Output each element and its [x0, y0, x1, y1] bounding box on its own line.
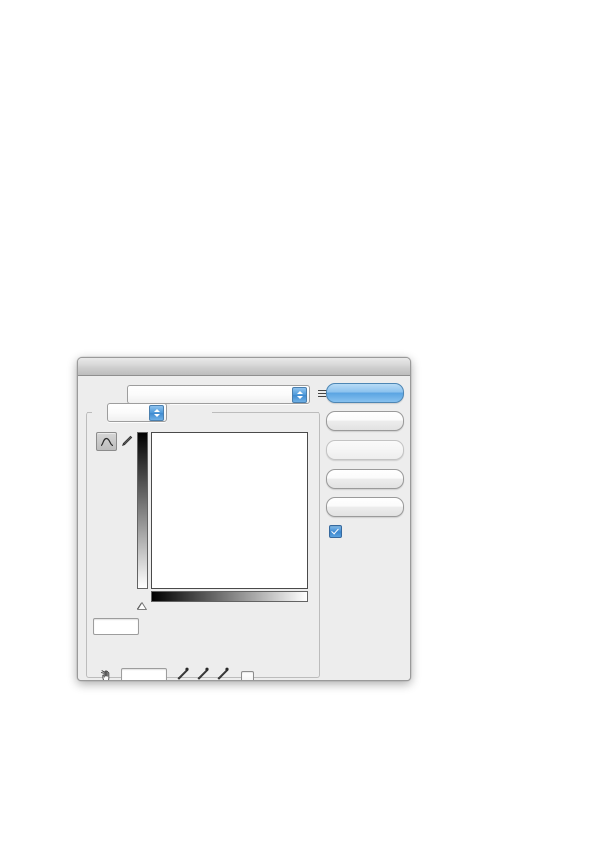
input-block	[121, 667, 171, 680]
auto-button[interactable]	[326, 469, 404, 489]
cancel-button[interactable]	[326, 411, 404, 431]
dialog-button-column	[326, 383, 404, 538]
ok-button[interactable]	[326, 383, 404, 403]
set-gray-point-eyedropper[interactable]	[197, 667, 210, 680]
curve-tool-icon[interactable]	[96, 432, 117, 451]
preset-stepper-arrows[interactable]	[292, 387, 307, 403]
preset-dropdown[interactable]	[127, 385, 310, 404]
show-clipping-row[interactable]	[241, 671, 258, 680]
channel-row	[100, 403, 170, 422]
curve-graph-area	[137, 432, 309, 610]
options-button[interactable]	[326, 497, 404, 517]
curve-graph[interactable]	[151, 432, 308, 589]
output-block	[93, 617, 141, 635]
smooth-button[interactable]	[326, 440, 404, 460]
preview-row[interactable]	[329, 525, 402, 538]
curve-tools	[96, 432, 134, 451]
output-field[interactable]	[93, 618, 139, 635]
preview-checkbox[interactable]	[329, 525, 342, 538]
white-point-slider[interactable]	[137, 602, 147, 610]
output-gradient-bar	[137, 432, 148, 589]
channel-dropdown[interactable]	[107, 403, 167, 422]
curves-dialog	[77, 357, 411, 681]
set-white-point-eyedropper[interactable]	[217, 667, 230, 680]
channel-stepper-arrows[interactable]	[149, 405, 164, 421]
pencil-tool-icon[interactable]	[119, 433, 134, 450]
input-row	[93, 667, 325, 680]
dialog-titlebar[interactable]	[78, 358, 410, 376]
show-clipping-checkbox[interactable]	[241, 671, 254, 680]
channel-group-box	[86, 403, 320, 680]
preset-row	[86, 385, 332, 404]
eyedropper-group	[177, 667, 230, 680]
dialog-body	[78, 376, 410, 680]
input-gradient-bar	[151, 591, 308, 602]
set-black-point-eyedropper[interactable]	[177, 667, 190, 680]
targeted-adjustment-icon[interactable]	[93, 669, 121, 680]
input-field[interactable]	[121, 668, 167, 680]
